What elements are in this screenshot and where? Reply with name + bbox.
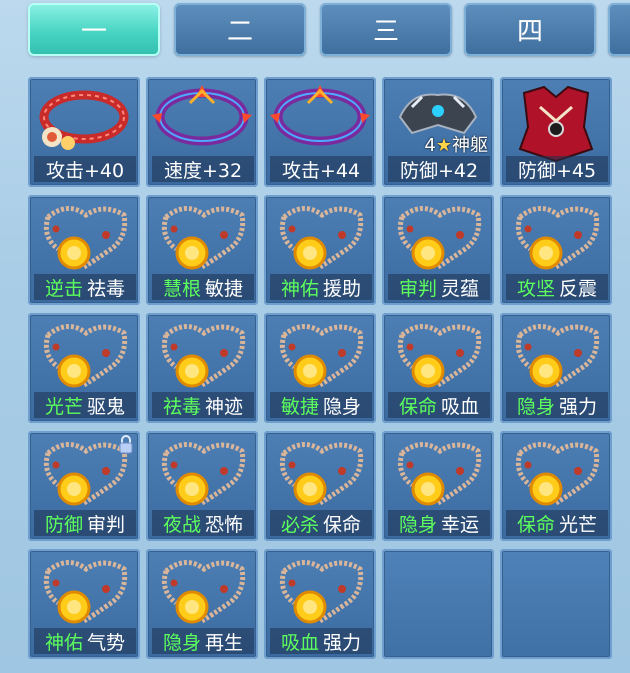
secondary-skill: 敏捷: [205, 277, 244, 300]
secondary-skill: 祛毒: [87, 277, 126, 300]
skill-label: 隐身 强力: [506, 392, 608, 418]
badge-text: 神躯: [452, 135, 488, 156]
secondary-skill: 恐怖: [205, 513, 244, 536]
skill-label: 防御 审判: [34, 510, 136, 536]
primary-skill: 神佑: [280, 277, 319, 300]
primary-skill: 保命: [398, 395, 437, 418]
secondary-skill: 神迹: [205, 395, 244, 418]
skill-label: 神佑 气势: [34, 628, 136, 654]
secondary-skill: 灵蕴: [441, 277, 480, 300]
tab-4[interactable]: 四: [464, 3, 596, 56]
secondary-skill: 保命: [323, 513, 362, 536]
inventory-slot[interactable]: 隐身 强力: [500, 313, 612, 423]
primary-skill: 攻坚: [516, 277, 555, 300]
item-stat-label: 防御+45: [506, 156, 608, 182]
primary-skill: 隐身: [398, 513, 437, 536]
skill-label: 逆击 祛毒: [34, 274, 136, 300]
primary-skill: 夜战: [162, 513, 201, 536]
secondary-skill: 驱鬼: [87, 395, 126, 418]
inventory-slot[interactable]: 防御 审判: [28, 431, 140, 541]
secondary-skill: 幸运: [441, 513, 480, 536]
inventory-slot[interactable]: 神佑 援助: [264, 195, 376, 305]
primary-skill: 防御: [44, 513, 83, 536]
inventory-slot[interactable]: 4★神躯 防御+42: [382, 77, 494, 187]
inventory-slot[interactable]: 隐身 再生: [146, 549, 258, 659]
skill-label: 保命 光芒: [506, 510, 608, 536]
skill-label: 审判 灵蕴: [388, 274, 490, 300]
tab-bar: 一 二 三 四: [0, 0, 630, 70]
secondary-skill: 强力: [559, 395, 598, 418]
inventory-slot[interactable]: 攻击+44: [264, 77, 376, 187]
inventory-slot[interactable]: 隐身 幸运: [382, 431, 494, 541]
primary-skill: 隐身: [162, 631, 201, 654]
inventory-slot[interactable]: 光芒 驱鬼: [28, 313, 140, 423]
primary-skill: 慧根: [162, 277, 201, 300]
inventory-slot[interactable]: 慧根 敏捷: [146, 195, 258, 305]
inventory-slot[interactable]: 审判 灵蕴: [382, 195, 494, 305]
secondary-skill: 隐身: [323, 395, 362, 418]
secondary-skill: 气势: [87, 631, 126, 654]
secondary-skill: 强力: [323, 631, 362, 654]
primary-skill: 审判: [398, 277, 437, 300]
inventory-slot[interactable]: 保命 吸血: [382, 313, 494, 423]
primary-skill: 神佑: [44, 631, 83, 654]
secondary-skill: 援助: [323, 277, 362, 300]
skill-label: 神佑 援助: [270, 274, 372, 300]
inventory-slot[interactable]: 逆击 祛毒: [28, 195, 140, 305]
inventory-slot[interactable]: 吸血 强力: [264, 549, 376, 659]
tab-2[interactable]: 二: [174, 3, 306, 56]
primary-skill: 隐身: [516, 395, 555, 418]
inventory-slot[interactable]: 夜战 恐怖: [146, 431, 258, 541]
inventory-slot[interactable]: 攻击+40: [28, 77, 140, 187]
inventory-slot[interactable]: 速度+32: [146, 77, 258, 187]
empty-slot[interactable]: [500, 549, 612, 659]
skill-label: 慧根 敏捷: [152, 274, 254, 300]
primary-skill: 逆击: [44, 277, 83, 300]
item-stat-label: 攻击+40: [34, 156, 136, 182]
inventory-slot[interactable]: 攻坚 反震: [500, 195, 612, 305]
inventory-slot[interactable]: 必杀 保命: [264, 431, 376, 541]
skill-label: 夜战 恐怖: [152, 510, 254, 536]
skill-label: 攻坚 反震: [506, 274, 608, 300]
star-icon: ★: [435, 135, 452, 156]
item-stat-label: 速度+32: [152, 156, 254, 182]
inventory-slot[interactable]: 神佑 气势: [28, 549, 140, 659]
secondary-skill: 反震: [559, 277, 598, 300]
primary-skill: 吸血: [280, 631, 319, 654]
item-stat-label: 防御+42: [388, 156, 490, 182]
secondary-skill: 审判: [87, 513, 126, 536]
primary-skill: 必杀: [280, 513, 319, 536]
secondary-skill: 光芒: [559, 513, 598, 536]
divine-body-badge: 4★神躯: [424, 131, 488, 157]
skill-label: 祛毒 神迹: [152, 392, 254, 418]
skill-label: 保命 吸血: [388, 392, 490, 418]
secondary-skill: 吸血: [441, 395, 480, 418]
lock-icon: [119, 435, 133, 454]
skill-label: 必杀 保命: [270, 510, 372, 536]
primary-skill: 保命: [516, 513, 555, 536]
primary-skill: 祛毒: [162, 395, 201, 418]
skill-label: 吸血 强力: [270, 628, 372, 654]
skill-label: 隐身 再生: [152, 628, 254, 654]
empty-slot[interactable]: [382, 549, 494, 659]
skill-label: 光芒 驱鬼: [34, 392, 136, 418]
skill-label: 隐身 幸运: [388, 510, 490, 536]
primary-skill: 光芒: [44, 395, 83, 418]
inventory-slot[interactable]: 保命 光芒: [500, 431, 612, 541]
tab-1[interactable]: 一: [28, 3, 160, 56]
tab-5-partial[interactable]: [608, 3, 630, 56]
inventory-slot[interactable]: 祛毒 神迹: [146, 313, 258, 423]
item-stat-label: 攻击+44: [270, 156, 372, 182]
tab-3[interactable]: 三: [320, 3, 452, 56]
inventory-slot[interactable]: 敏捷 隐身: [264, 313, 376, 423]
inventory-slot[interactable]: 防御+45: [500, 77, 612, 187]
primary-skill: 敏捷: [280, 395, 319, 418]
badge-level: 4: [424, 135, 436, 156]
skill-label: 敏捷 隐身: [270, 392, 372, 418]
secondary-skill: 再生: [205, 631, 244, 654]
